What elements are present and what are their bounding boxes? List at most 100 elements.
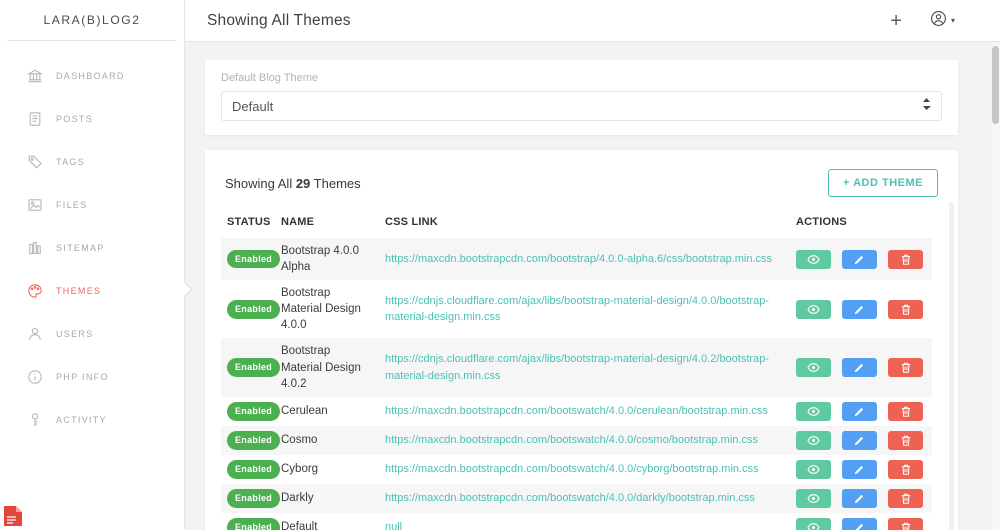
view-theme-button[interactable] — [796, 402, 831, 421]
css-link[interactable]: https://maxcdn.bootstrapcdn.com/bootswat… — [385, 434, 758, 446]
activity-icon — [27, 412, 43, 428]
delete-theme-button[interactable] — [888, 402, 923, 421]
delete-theme-button[interactable] — [888, 518, 923, 530]
css-link[interactable]: https://maxcdn.bootstrapcdn.com/bootswat… — [385, 463, 759, 475]
status-badge: Enabled — [227, 431, 280, 450]
css-link[interactable]: https://cdnjs.cloudflare.com/ajax/libs/b… — [385, 353, 769, 381]
delete-theme-button[interactable] — [888, 460, 923, 479]
view-theme-button[interactable] — [796, 250, 831, 269]
column-header-css-link: CSS LINK — [379, 210, 790, 238]
sidebar-item-sitemap[interactable]: SITEMAP — [0, 226, 184, 269]
page-scrollbar-thumb[interactable] — [992, 46, 999, 124]
edit-theme-button[interactable] — [842, 402, 877, 421]
table-row: Enabled Bootstrap 4.0.0 Alpha https://ma… — [221, 238, 932, 280]
sidebar-item-label: TAGS — [56, 157, 85, 167]
trash-icon — [901, 254, 911, 265]
edit-theme-button[interactable] — [842, 250, 877, 269]
sidebar-item-tags[interactable]: TAGS — [0, 140, 184, 183]
status-badge: Enabled — [227, 402, 280, 421]
top-header: Showing All Themes + ▾ — [185, 0, 1000, 42]
sidebar-nav: DASHBOARD POSTS TAGS — [0, 41, 184, 441]
edit-theme-button[interactable] — [842, 518, 877, 530]
user-menu[interactable]: ▾ — [930, 10, 955, 32]
sidebar-item-php-info[interactable]: PHP INFO — [0, 355, 184, 398]
status-badge: Enabled — [227, 250, 280, 269]
table-row: Enabled Bootstrap Material Design 4.0.2 … — [221, 338, 932, 396]
view-theme-button[interactable] — [796, 431, 831, 450]
sidebar-item-label: THEMES — [56, 286, 101, 296]
view-theme-button[interactable] — [796, 300, 831, 319]
delete-theme-button[interactable] — [888, 358, 923, 377]
theme-name: Default — [275, 513, 379, 530]
pencil-icon — [854, 406, 865, 417]
default-theme-select[interactable]: Default — [221, 91, 942, 121]
delete-theme-button[interactable] — [888, 300, 923, 319]
css-link[interactable]: https://cdnjs.cloudflare.com/ajax/libs/b… — [385, 295, 769, 323]
eye-icon — [807, 493, 820, 504]
theme-name: Cyborg — [275, 455, 379, 484]
trash-icon — [901, 493, 911, 504]
css-link[interactable]: https://maxcdn.bootstrapcdn.com/bootswat… — [385, 405, 768, 417]
page-scrollbar[interactable] — [990, 42, 1000, 530]
edit-theme-button[interactable] — [842, 460, 877, 479]
table-scrollbar[interactable] — [949, 202, 954, 530]
sidebar-item-files[interactable]: FILES — [0, 183, 184, 226]
theme-name: Bootstrap Material Design 4.0.2 — [275, 338, 379, 396]
php-info-icon — [27, 369, 43, 385]
sidebar-item-posts[interactable]: POSTS — [0, 97, 184, 140]
files-icon — [27, 197, 43, 213]
main-content: Default Blog Theme Default Showing All 2… — [185, 42, 1000, 530]
table-row: Enabled Cyborg https://maxcdn.bootstrapc… — [221, 455, 932, 484]
app-logo[interactable]: LARA(B)LOG2 — [7, 0, 177, 41]
column-header-status: STATUS — [221, 210, 275, 238]
sidebar-item-label: SITEMAP — [56, 243, 105, 253]
sidebar-item-users[interactable]: USERS — [0, 312, 184, 355]
view-theme-button[interactable] — [796, 489, 831, 508]
page-title: Showing All Themes — [207, 12, 351, 30]
sidebar-item-activity[interactable]: ACTIVITY — [0, 398, 184, 441]
select-spinner-icon — [922, 97, 931, 116]
red-file-icon — [3, 505, 23, 527]
sidebar-item-label: POSTS — [56, 114, 93, 124]
trash-icon — [901, 464, 911, 475]
delete-theme-button[interactable] — [888, 431, 923, 450]
css-link[interactable]: null — [385, 521, 402, 530]
sidebar-item-label: USERS — [56, 329, 94, 339]
theme-name: Darkly — [275, 484, 379, 513]
edit-theme-button[interactable] — [842, 489, 877, 508]
eye-icon — [807, 254, 820, 265]
sidebar-item-themes[interactable]: THEMES — [0, 269, 184, 312]
css-link[interactable]: https://maxcdn.bootstrapcdn.com/bootstra… — [385, 253, 772, 265]
pencil-icon — [854, 362, 865, 373]
delete-theme-button[interactable] — [888, 489, 923, 508]
eye-icon — [807, 464, 820, 475]
delete-theme-button[interactable] — [888, 250, 923, 269]
header-actions: + ▾ — [890, 10, 955, 32]
status-badge: Enabled — [227, 489, 280, 508]
view-theme-button[interactable] — [796, 460, 831, 479]
pencil-icon — [854, 435, 865, 446]
view-theme-button[interactable] — [796, 518, 831, 530]
sidebar-item-dashboard[interactable]: DASHBOARD — [0, 54, 184, 97]
themes-count: 29 — [296, 176, 310, 191]
sidebar-item-label: FILES — [56, 200, 88, 210]
chevron-down-icon: ▾ — [951, 16, 955, 25]
css-link[interactable]: https://maxcdn.bootstrapcdn.com/bootswat… — [385, 492, 755, 504]
theme-name: Bootstrap Material Design 4.0.0 — [275, 280, 379, 338]
users-icon — [27, 326, 43, 342]
edit-theme-button[interactable] — [842, 358, 877, 377]
trash-icon — [901, 406, 911, 417]
pencil-icon — [854, 522, 865, 530]
sidebar-item-label: ACTIVITY — [56, 415, 107, 425]
posts-icon — [27, 111, 43, 127]
view-theme-button[interactable] — [796, 358, 831, 377]
user-icon — [930, 10, 947, 32]
pencil-icon — [854, 304, 865, 315]
edit-theme-button[interactable] — [842, 431, 877, 450]
add-theme-button[interactable]: + ADD THEME — [828, 169, 938, 197]
edit-theme-button[interactable] — [842, 300, 877, 319]
add-new-button[interactable]: + — [890, 11, 902, 31]
themes-icon — [27, 283, 43, 299]
default-theme-card: Default Blog Theme Default — [205, 60, 958, 135]
dashboard-icon — [27, 68, 43, 84]
